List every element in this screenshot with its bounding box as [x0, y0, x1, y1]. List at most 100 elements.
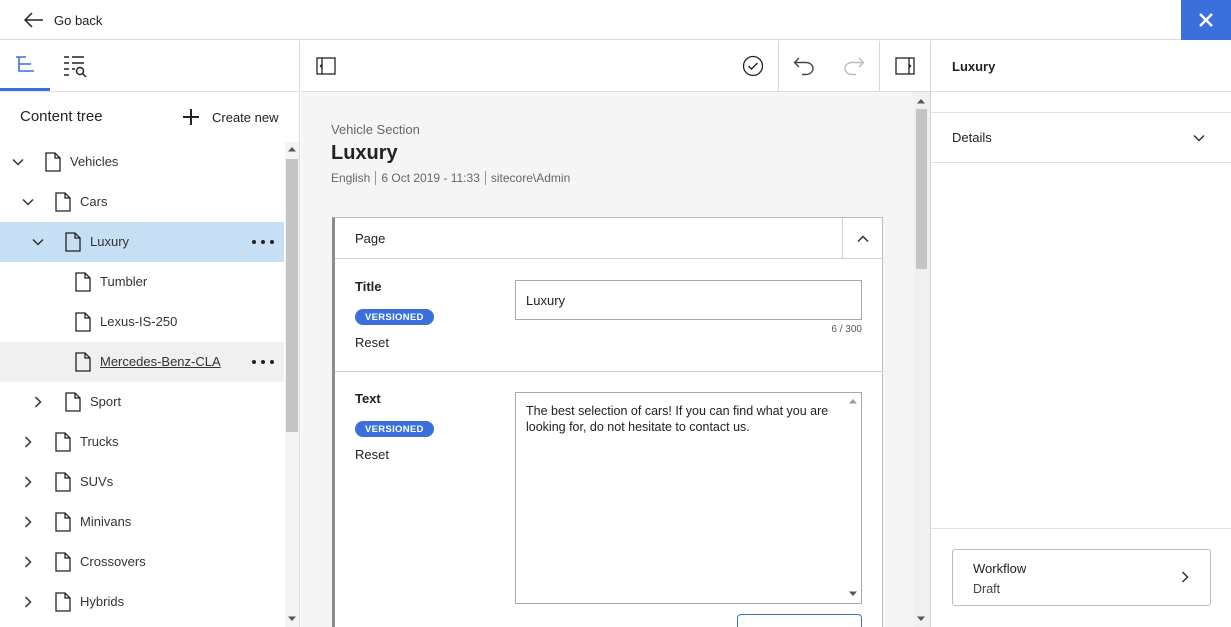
title-input[interactable] [515, 280, 862, 320]
page-icon [75, 352, 91, 372]
title-char-count: 6 / 300 [831, 324, 862, 335]
field-section-page: Page Title VERSIONED Reset 6 / 300 Text … [332, 217, 883, 627]
tree-item-trucks[interactable]: Trucks [0, 422, 284, 462]
field-label-title: Title [355, 279, 382, 294]
details-accordion[interactable]: Details [931, 113, 1231, 163]
validate-button[interactable] [728, 41, 778, 91]
tree-item-minivans[interactable]: Minivans [0, 502, 284, 542]
create-new-button[interactable]: Create new [182, 108, 278, 126]
textarea-scrollbar[interactable] [845, 393, 861, 603]
tree-item-label: Tumbler [100, 274, 148, 289]
chevron-right-icon[interactable] [22, 516, 34, 528]
chevron-right-icon[interactable] [22, 436, 34, 448]
top-bar: Go back [0, 0, 1231, 40]
chevron-down-icon[interactable] [22, 196, 34, 208]
field-label-text: Text [355, 391, 381, 406]
collapse-right-panel-button[interactable] [880, 41, 930, 91]
tab-search-list[interactable] [50, 41, 100, 91]
chevron-right-icon[interactable] [22, 596, 34, 608]
more-options-icon[interactable] [252, 354, 274, 370]
chevron-down-icon [1193, 132, 1205, 144]
left-panel-tabs [0, 41, 300, 92]
content-tree-title: Content tree [20, 108, 103, 125]
reset-title-link[interactable]: Reset [355, 335, 389, 350]
page-icon [55, 472, 71, 492]
text-textarea[interactable]: The best selection of cars! If you can f… [515, 392, 862, 604]
chevron-up-icon [857, 233, 869, 245]
tree-scrollbar-thumb[interactable] [286, 159, 298, 432]
tree-item-crossovers[interactable]: Crossovers [0, 542, 284, 582]
versioned-badge: VERSIONED [355, 309, 434, 325]
undo-button[interactable] [779, 41, 829, 91]
item-date: 6 Oct 2019 - 11:33 [381, 171, 480, 185]
versioned-badge: VERSIONED [355, 421, 434, 437]
plus-icon [182, 108, 200, 126]
tree-item-hybrids[interactable]: Hybrids [0, 582, 284, 622]
workflow-state: Draft [973, 582, 1001, 596]
redo-button[interactable] [829, 41, 879, 91]
go-back-button[interactable]: Go back [24, 10, 102, 30]
tree-item-tumbler[interactable]: Tumbler [0, 262, 284, 302]
section-collapse-button[interactable] [842, 218, 883, 259]
close-button[interactable] [1181, 0, 1231, 40]
right-panel: Luxury Details Workflow Draft [930, 41, 1231, 627]
content-tree-icon [14, 55, 36, 75]
more-options-icon[interactable] [252, 234, 274, 250]
arrow-left-icon [24, 12, 44, 28]
item-template-name: Vehicle Section [331, 122, 420, 137]
page-icon [55, 552, 71, 572]
tree-item-label: Crossovers [80, 554, 146, 569]
panel-right-icon [895, 57, 915, 75]
divider [931, 91, 1231, 92]
left-panel: Content tree Create new Vehicles Cars Lu… [0, 41, 300, 627]
editor-panel: Vehicle Section Luxury English 6 Oct 201… [301, 41, 930, 627]
page-icon [75, 272, 91, 292]
collapse-left-panel-button[interactable] [301, 41, 351, 91]
content-tree-header: Content tree Create new [0, 92, 300, 142]
chevron-down-icon[interactable] [12, 156, 24, 168]
redo-icon [843, 56, 865, 76]
close-icon [1198, 12, 1214, 28]
content-tree: Vehicles Cars Luxury Tumbler Lexus-IS-25… [0, 142, 284, 627]
details-label: Details [952, 130, 992, 145]
item-language: English [331, 171, 371, 185]
field-divider [335, 371, 883, 372]
tab-content-tree[interactable] [0, 41, 50, 91]
page-icon [75, 312, 91, 332]
tree-item-label: Vehicles [70, 154, 119, 169]
chevron-right-icon[interactable] [22, 476, 34, 488]
tree-item-label: Sport [90, 394, 122, 409]
item-user: sitecore\Admin [490, 171, 571, 185]
chevron-down-icon[interactable] [32, 236, 44, 248]
workflow-label: Workflow [973, 561, 1027, 576]
tree-item-lexus-is-250[interactable]: Lexus-IS-250 [0, 302, 284, 342]
item-meta: English 6 Oct 2019 - 11:33 sitecore\Admi… [331, 171, 570, 185]
page-icon [55, 592, 71, 612]
editor-scrollbar-thumb[interactable] [916, 109, 927, 269]
chevron-right-icon[interactable] [32, 396, 44, 408]
workflow-button[interactable]: Workflow Draft [952, 549, 1211, 606]
divider [931, 528, 1231, 529]
meta-divider [484, 171, 486, 185]
tree-item-label: SUVs [80, 474, 114, 489]
tree-item-mercedes-benz-cla[interactable]: Mercedes-Benz-CLA [0, 342, 284, 382]
tree-item-label: Cars [80, 194, 108, 209]
page-icon [65, 392, 81, 412]
section-header[interactable]: Page [335, 218, 883, 259]
rich-text-editor-button[interactable] [737, 614, 862, 627]
chevron-right-icon[interactable] [22, 556, 34, 568]
tree-item-vehicles[interactable]: Vehicles [0, 142, 284, 182]
tree-item-sport[interactable]: Sport [0, 382, 284, 422]
check-circle-icon [742, 55, 764, 77]
page-icon [65, 232, 81, 252]
reset-text-link[interactable]: Reset [355, 447, 389, 462]
right-panel-title: Luxury [952, 59, 996, 74]
tree-item-luxury[interactable]: Luxury [0, 222, 284, 262]
tree-item-suvs[interactable]: SUVs [0, 462, 284, 502]
tree-item-label: Trucks [80, 434, 119, 449]
tree-item-label: Hybrids [80, 594, 125, 609]
tree-item-cars[interactable]: Cars [0, 182, 284, 222]
item-title: Luxury [331, 142, 398, 164]
go-back-label: Go back [54, 12, 103, 28]
page-icon [55, 432, 71, 452]
